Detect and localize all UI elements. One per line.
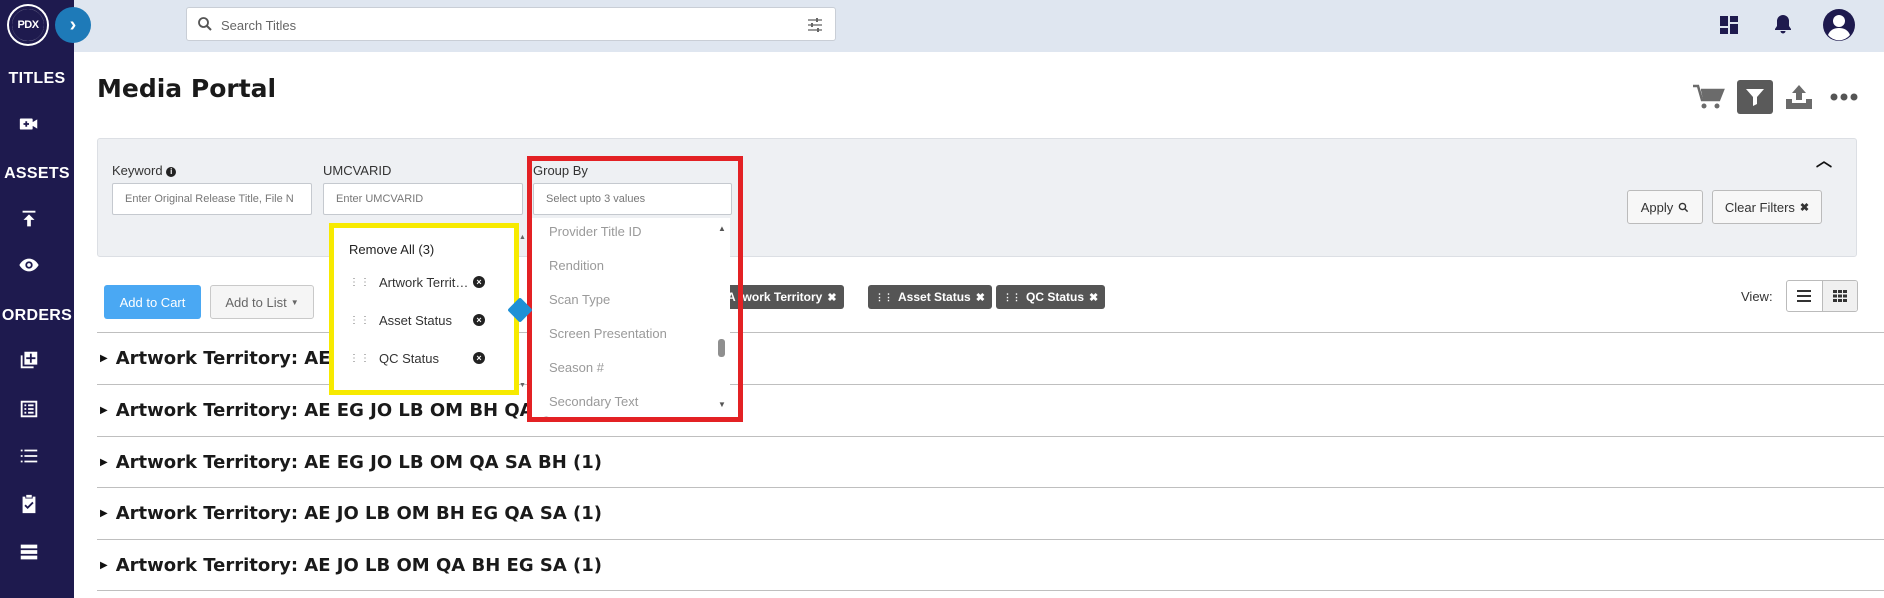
add-to-list-dropdown[interactable]: Add to List ▼ [210,285,314,319]
drag-handle-icon[interactable]: ⋮⋮ [349,353,379,364]
group-title: Artwork Territory: AE EG JO LB OM BH QA … [115,399,553,421]
sidebar-heading-assets[interactable]: ASSETS [0,165,74,183]
user-avatar-icon[interactable] [1821,7,1857,43]
selected-value-label: Asset Status [379,312,452,328]
caret-right-icon[interactable]: ▶ [100,405,108,416]
close-icon[interactable]: ✖ [1089,291,1098,304]
list-view-icon [1797,290,1812,302]
keyword-label: Keyword i [112,163,177,178]
tune-icon[interactable] [807,17,823,33]
list-alt-icon[interactable] [17,397,41,421]
selected-value-label: QC Status [379,350,439,366]
row-divider [97,590,1884,591]
group-row[interactable]: ▶ Artwork Territory: AE JO LB OM BH EG Q… [97,487,1884,538]
eye-icon[interactable] [17,253,41,277]
group-row[interactable]: ▶ Artwork Territory: AE JO LB OM QA BH E… [97,539,1884,591]
scrollbar-thumb[interactable] [718,339,725,357]
filter-toggle-button[interactable] [1737,80,1773,114]
apply-label: Apply [1640,199,1674,215]
group-chip[interactable]: ⋮⋮ QC Status ✖ [996,285,1106,309]
list-view-button[interactable] [1787,281,1822,311]
selected-value-item[interactable]: ⋮⋮ Artwork Territory × [349,272,509,292]
search-icon [198,17,212,31]
add-to-list-label: Add to List [225,294,287,310]
upload-icon[interactable] [17,207,41,231]
chevron-up-icon[interactable]: ︿ [1816,147,1832,171]
umcvarid-input[interactable]: Enter UMCVARID [323,183,523,215]
chip-label: Asset Status [898,290,971,304]
upload-action-icon[interactable] [1781,80,1817,114]
cart-icon[interactable] [1691,80,1727,114]
caret-down-icon: ▼ [290,297,299,307]
add-box-icon[interactable] [17,348,41,372]
clear-filters-button[interactable]: Clear Filters ✖ [1712,190,1822,224]
close-icon: ✖ [1799,201,1810,214]
view-toggle [1786,280,1858,312]
remove-icon[interactable]: × [473,352,485,364]
info-icon[interactable]: i [166,167,177,177]
drag-handle-icon[interactable]: ⋮⋮ [349,315,379,326]
bell-icon[interactable] [1770,12,1796,38]
sidebar-expand-button[interactable]: › [55,7,91,43]
group-row[interactable]: ▶ Artwork Territory: AE EG JO LB OM QA S… [97,436,1884,487]
search-icon [1678,202,1689,212]
groupby-scrollbar[interactable]: ▲ ▼ [716,222,728,414]
group-title: Artwork Territory: AE JO LB OM BH EG QA … [115,502,603,524]
scroll-up-icon[interactable]: ▲ [718,224,726,233]
popover-scroll-up-icon[interactable]: ▲ [519,234,526,241]
caret-right-icon[interactable]: ▶ [100,508,108,519]
list-numbered-icon[interactable] [17,444,41,468]
group-title: Artwork Territory: AE JO LB OM QA BH EG … [115,555,603,576]
umcvarid-label: UMCVARID [323,163,392,178]
selected-value-item[interactable]: ⋮⋮ Asset Status × [349,310,509,330]
groupby-highlight-box [527,156,743,422]
video-plus-icon[interactable] [17,112,41,136]
more-options-icon[interactable] [1828,80,1860,114]
scroll-down-icon[interactable]: ▼ [718,400,726,409]
top-bar [74,0,1884,52]
remove-all-button[interactable]: Remove All (3) [349,242,434,257]
sidebar: PDX TITLES ASSETS ORDERS [0,0,74,598]
filter-icon [1746,89,1764,106]
grid-view-button[interactable] [1821,281,1857,311]
caret-right-icon[interactable]: ▶ [100,353,108,364]
selected-value-item[interactable]: ⋮⋮ QC Status × [349,348,509,368]
drag-handle-icon: ⋮⋮ [1003,291,1021,302]
dashboard-icon[interactable] [1716,12,1742,38]
remove-icon[interactable]: × [473,276,485,288]
search-bar [186,7,836,41]
sidebar-heading-titles[interactable]: TITLES [0,70,74,88]
drag-handle-icon[interactable]: ⋮⋮ [349,277,379,288]
chevron-right-icon: › [69,13,77,36]
add-to-cart-button[interactable]: Add to Cart [104,285,201,319]
remove-icon[interactable]: × [473,314,485,326]
page-title: Media Portal [97,74,277,103]
keyword-input[interactable]: Enter Original Release Title, File N [112,183,312,215]
table-rows-icon[interactable] [17,540,41,564]
pdx-logo[interactable]: PDX [9,6,47,44]
popover-scroll-down-icon[interactable]: ▼ [519,382,526,389]
drag-handle-icon: ⋮⋮ [875,291,893,302]
app-root: PDX TITLES ASSETS ORDERS › Search Titles… [0,0,1884,598]
group-title: Artwork Territory: AE EG JO LB OM QA SA … [115,451,603,473]
selected-value-label: Artwork Territory [379,274,469,290]
caret-right-icon[interactable]: ▶ [100,457,108,468]
logo-text: PDX [12,9,44,41]
group-title: Artwork Territory: AE E [115,347,350,369]
search-input[interactable] [221,13,781,37]
group-chip[interactable]: ⋮⋮ Asset Status ✖ [868,285,992,309]
sidebar-heading-orders[interactable]: ORDERS [0,307,74,325]
close-icon[interactable]: ✖ [827,291,836,304]
clear-filters-label: Clear Filters [1724,199,1795,215]
clipboard-check-icon[interactable] [17,492,41,516]
close-icon[interactable]: ✖ [976,291,985,304]
grid-view-icon [1832,290,1847,302]
caret-right-icon[interactable]: ▶ [100,560,108,571]
view-label: View: [1741,289,1773,304]
chip-label: QC Status [1026,290,1085,304]
apply-button[interactable]: Apply [1627,190,1703,224]
selected-values-popover: Remove All (3) ⋮⋮ Artwork Territory × ⋮⋮… [329,223,519,395]
